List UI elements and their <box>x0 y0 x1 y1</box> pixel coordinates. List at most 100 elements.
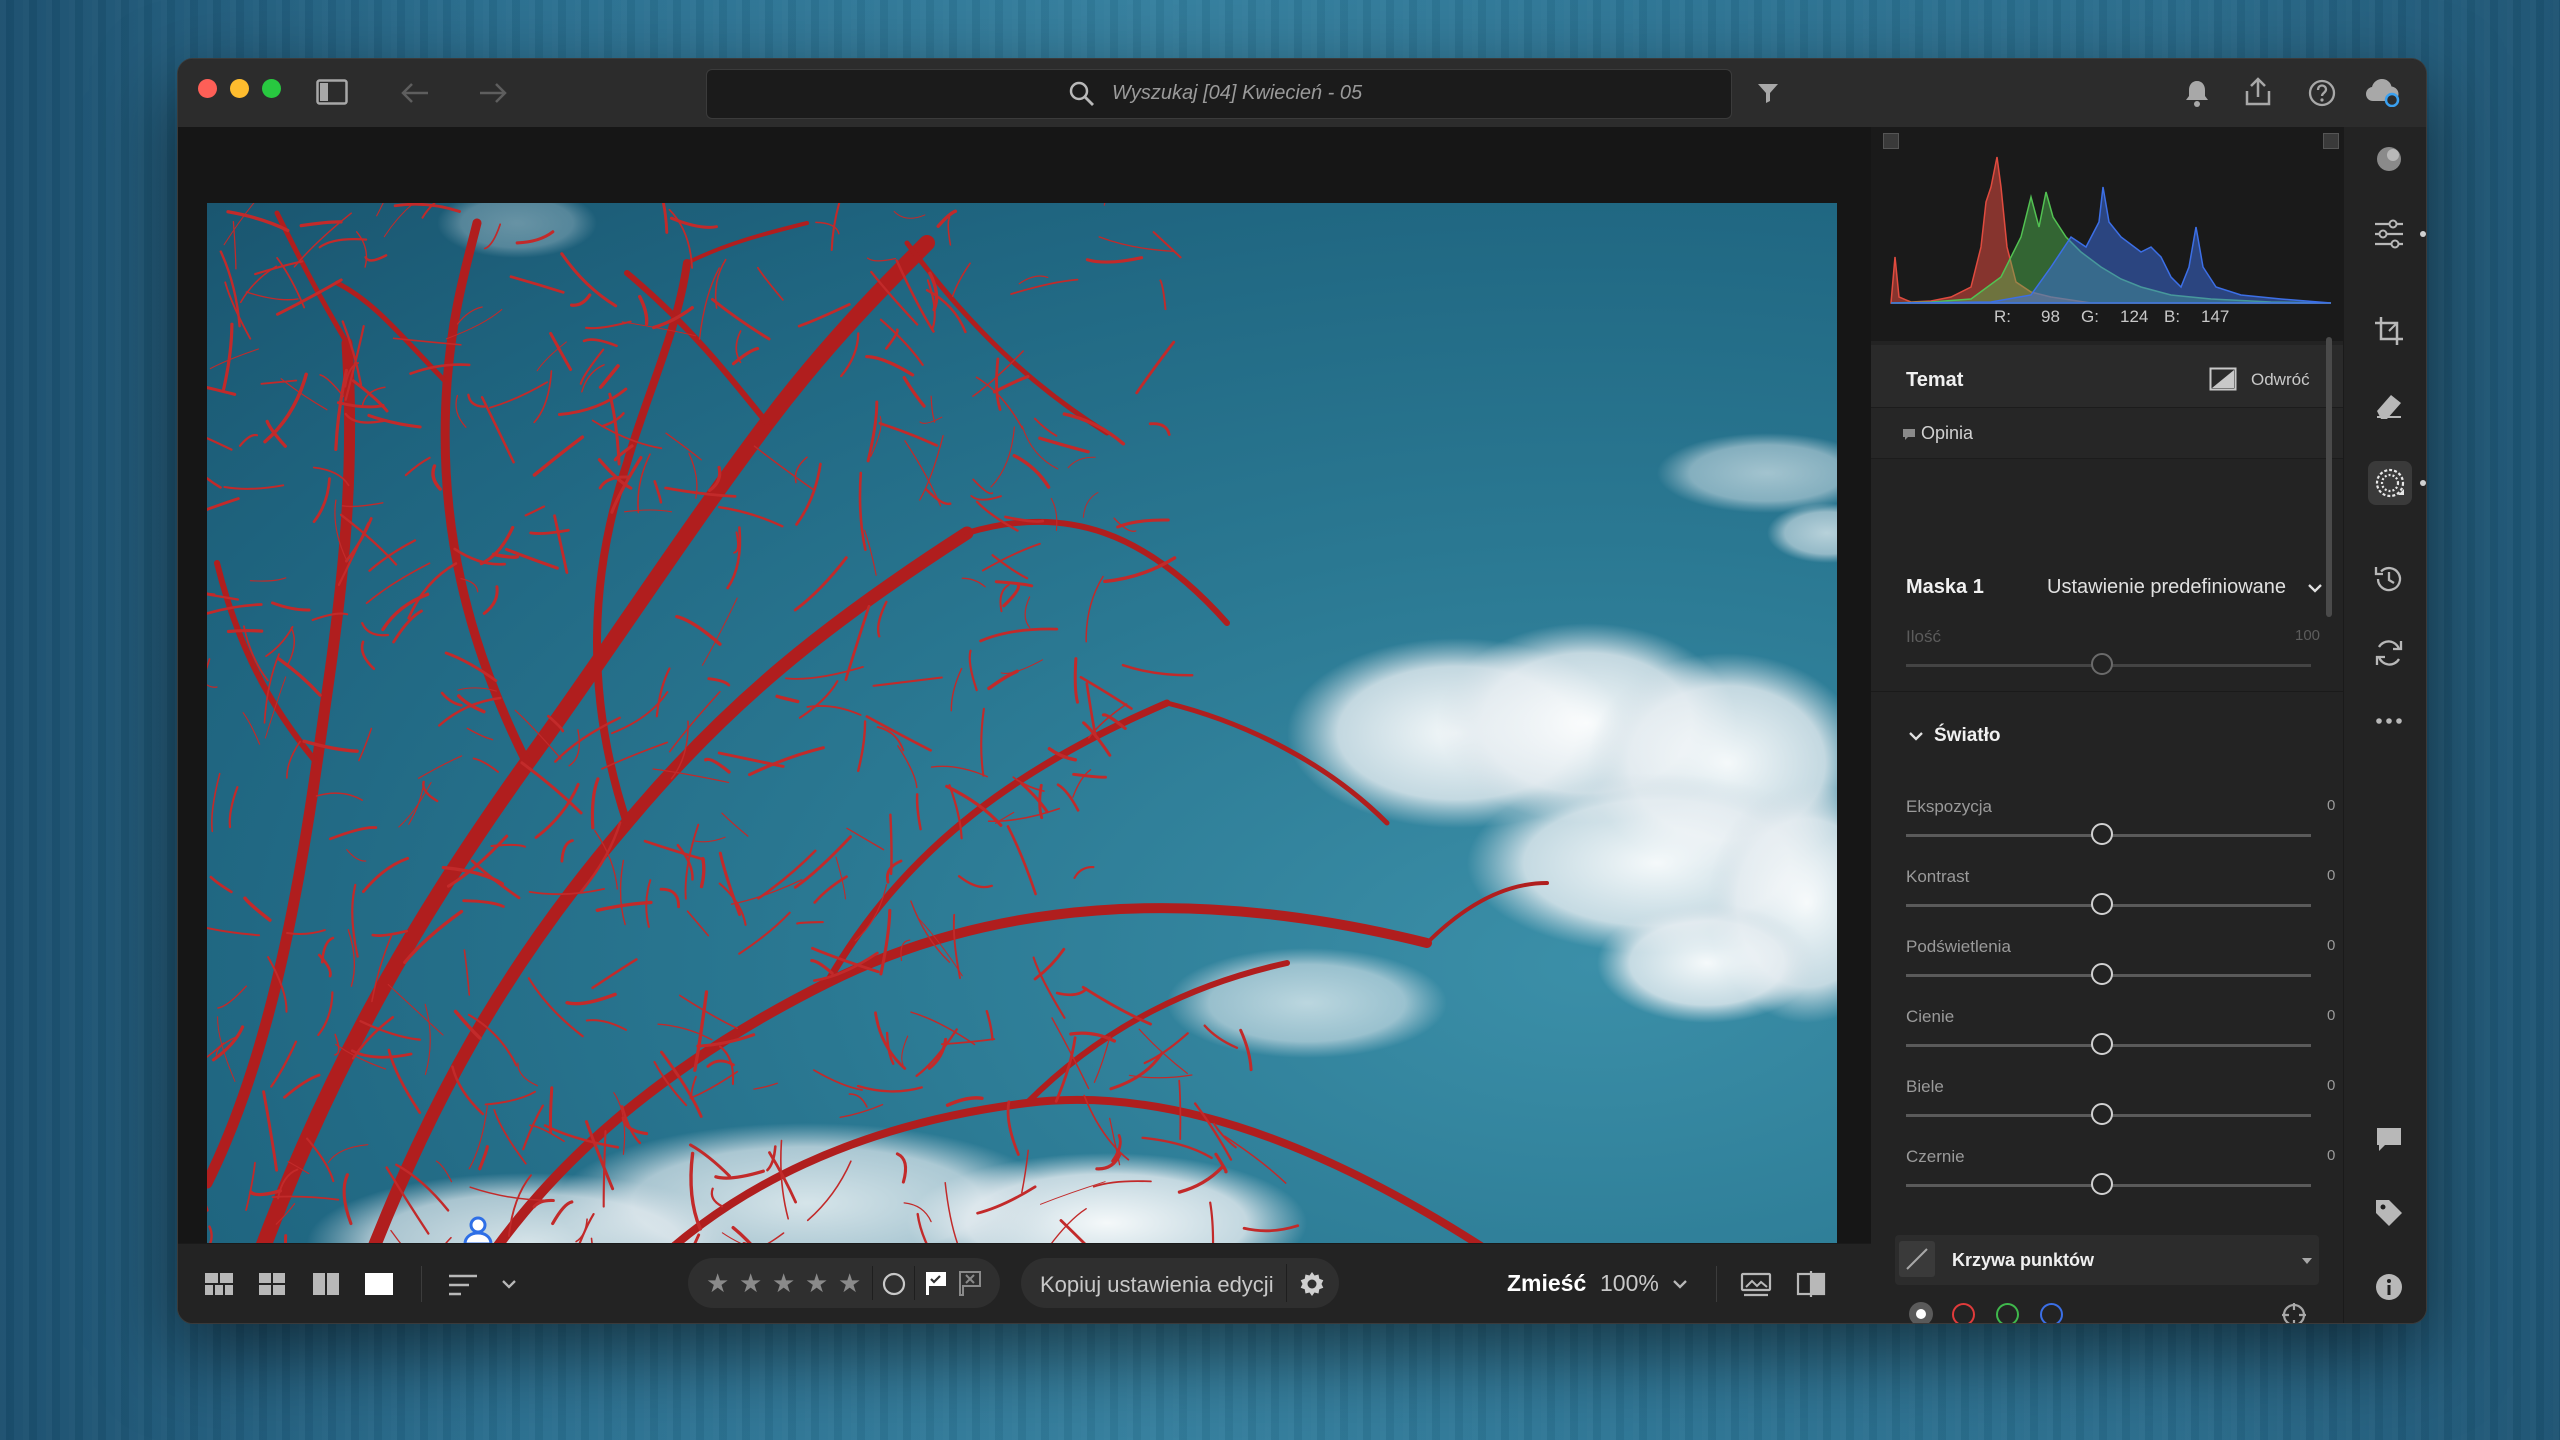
mask-twig <box>1159 279 1167 311</box>
sort-icon[interactable] <box>448 1274 478 1296</box>
before-after-split-icon[interactable] <box>1796 1270 1826 1298</box>
notifications-bell-icon[interactable] <box>2184 79 2210 107</box>
keywords-tag-icon[interactable] <box>2373 1197 2405 1229</box>
mask-twig <box>947 216 952 246</box>
photo-with-mask-overlay[interactable] <box>207 203 1837 1291</box>
star-5-icon[interactable]: ★ <box>838 1268 861 1299</box>
amount-slider-thumb[interactable] <box>2091 653 2113 675</box>
masked-tree-photo <box>207 203 1837 1291</box>
curve-channel-green[interactable] <box>1996 1303 2019 1323</box>
point-curve-header[interactable]: Krzywa punktów <box>1895 1235 2319 1285</box>
shadow-clipping-toggle[interactable] <box>1883 133 1899 149</box>
chevron-down-icon[interactable] <box>501 1278 517 1290</box>
feedback-row[interactable]: Opinia <box>1871 407 2343 459</box>
zoom-chevron-down-icon[interactable] <box>1672 1278 1688 1290</box>
curve-channel-red[interactable] <box>1952 1303 1975 1323</box>
copy-edit-settings-button[interactable]: Kopiuj ustawienia edycji <box>1021 1258 1339 1308</box>
slider-thumb[interactable] <box>2091 1103 2113 1125</box>
mask-twig <box>738 911 791 955</box>
unflag-circle-icon[interactable] <box>881 1271 907 1297</box>
masking-tool-button[interactable] <box>2368 461 2412 505</box>
dropdown-caret-icon[interactable] <box>2301 1257 2313 1265</box>
pick-flag-icon[interactable] <box>924 1270 948 1296</box>
curve-channel-blue[interactable] <box>2040 1303 2063 1323</box>
history-icon[interactable] <box>2373 563 2405 595</box>
mask-twig <box>846 827 885 851</box>
close-window-button[interactable] <box>198 79 217 98</box>
mask-twig <box>999 583 1010 613</box>
comments-icon[interactable] <box>2373 1123 2405 1155</box>
cloud-sync-icon[interactable] <box>2364 77 2402 107</box>
star-4-icon[interactable]: ★ <box>805 1268 828 1299</box>
mask-twig <box>1152 231 1182 259</box>
slider-thumb[interactable] <box>2091 893 2113 915</box>
mask-twig <box>675 614 722 646</box>
mask-twig <box>980 707 985 777</box>
mask-twig <box>733 531 740 554</box>
mask-twig <box>936 209 958 228</box>
star-3-icon[interactable]: ★ <box>772 1268 795 1299</box>
share-icon[interactable] <box>2244 77 2272 107</box>
slider-thumb[interactable] <box>2091 1173 2113 1195</box>
mask-twig <box>981 542 1041 572</box>
zoom-level-select[interactable]: 100% <box>1600 1270 1659 1297</box>
panel-scrollbar[interactable] <box>2326 337 2332 617</box>
targeted-adjustment-icon[interactable] <box>2280 1301 2308 1324</box>
light-section-header[interactable]: Światło <box>1871 691 2343 780</box>
mask-twig <box>424 1003 431 1076</box>
star-1-icon[interactable]: ★ <box>706 1268 729 1299</box>
highlight-clipping-toggle[interactable] <box>2323 133 2339 149</box>
mask-twig <box>392 609 423 644</box>
reject-flag-icon[interactable] <box>958 1270 982 1296</box>
mask-twig <box>679 994 739 1030</box>
settings-gear-icon[interactable] <box>1298 1270 1326 1298</box>
help-icon[interactable] <box>2308 79 2336 107</box>
preset-chevron-down-icon[interactable] <box>2307 582 2323 594</box>
invert-mask-button[interactable]: Odwróć <box>2209 365 2319 395</box>
detail-view-icon[interactable] <box>364 1272 394 1296</box>
slider-thumb[interactable] <box>2091 1033 2113 1055</box>
slider-value[interactable]: 0 <box>2327 867 2426 884</box>
photo-grid-view-icon[interactable] <box>204 1272 234 1296</box>
crop-icon[interactable] <box>2373 315 2405 347</box>
mask-twig <box>1010 278 1079 295</box>
star-2-icon[interactable]: ★ <box>739 1268 762 1299</box>
slider-thumb[interactable] <box>2091 963 2113 985</box>
show-original-icon[interactable] <box>1740 1272 1772 1298</box>
square-grid-view-icon[interactable] <box>258 1272 286 1296</box>
edit-sliders-icon[interactable] <box>2373 219 2405 249</box>
mask-twig <box>262 1090 279 1172</box>
info-icon[interactable] <box>2373 1271 2405 1303</box>
forward-arrow-icon[interactable] <box>478 81 508 105</box>
mask-twig <box>866 257 897 262</box>
slider-value[interactable]: 0 <box>2327 797 2426 814</box>
mask-twig <box>945 1096 984 1107</box>
mask-twig <box>463 949 471 996</box>
auto-adjust-icon[interactable] <box>2373 143 2405 175</box>
minimize-window-button[interactable] <box>230 79 249 98</box>
mask-twig <box>813 1069 863 1091</box>
mask-twig <box>785 666 864 680</box>
mask-twig <box>643 839 706 861</box>
search-field[interactable]: Wyszukaj [04] Kwiecień - 05 <box>706 69 1732 119</box>
mask-twig <box>480 396 515 464</box>
maximize-window-button[interactable] <box>262 79 281 98</box>
photo-canvas[interactable] <box>178 127 1871 1291</box>
healing-eraser-icon[interactable] <box>2373 389 2405 421</box>
mask-twig <box>260 379 298 385</box>
curve-channel-white[interactable] <box>1909 1302 1933 1323</box>
zoom-fit-button[interactable]: Zmieść <box>1507 1270 1586 1297</box>
more-options-icon[interactable] <box>2373 705 2405 737</box>
mask-twig <box>598 364 620 389</box>
sidebar-toggle-icon[interactable] <box>316 79 348 105</box>
filter-icon[interactable] <box>1756 81 1780 105</box>
compare-view-icon[interactable] <box>312 1272 340 1296</box>
versions-sync-icon[interactable] <box>2373 637 2405 669</box>
slider-value[interactable]: 0 <box>2327 1007 2426 1024</box>
mask-twig <box>222 322 234 391</box>
slider-value[interactable]: 0 <box>2327 937 2426 954</box>
mask-preset-select[interactable]: Ustawienie predefiniowane <box>2047 576 2286 599</box>
back-arrow-icon[interactable] <box>400 81 430 105</box>
slider-value[interactable]: 0 <box>2327 1077 2426 1094</box>
slider-thumb[interactable] <box>2091 823 2113 845</box>
